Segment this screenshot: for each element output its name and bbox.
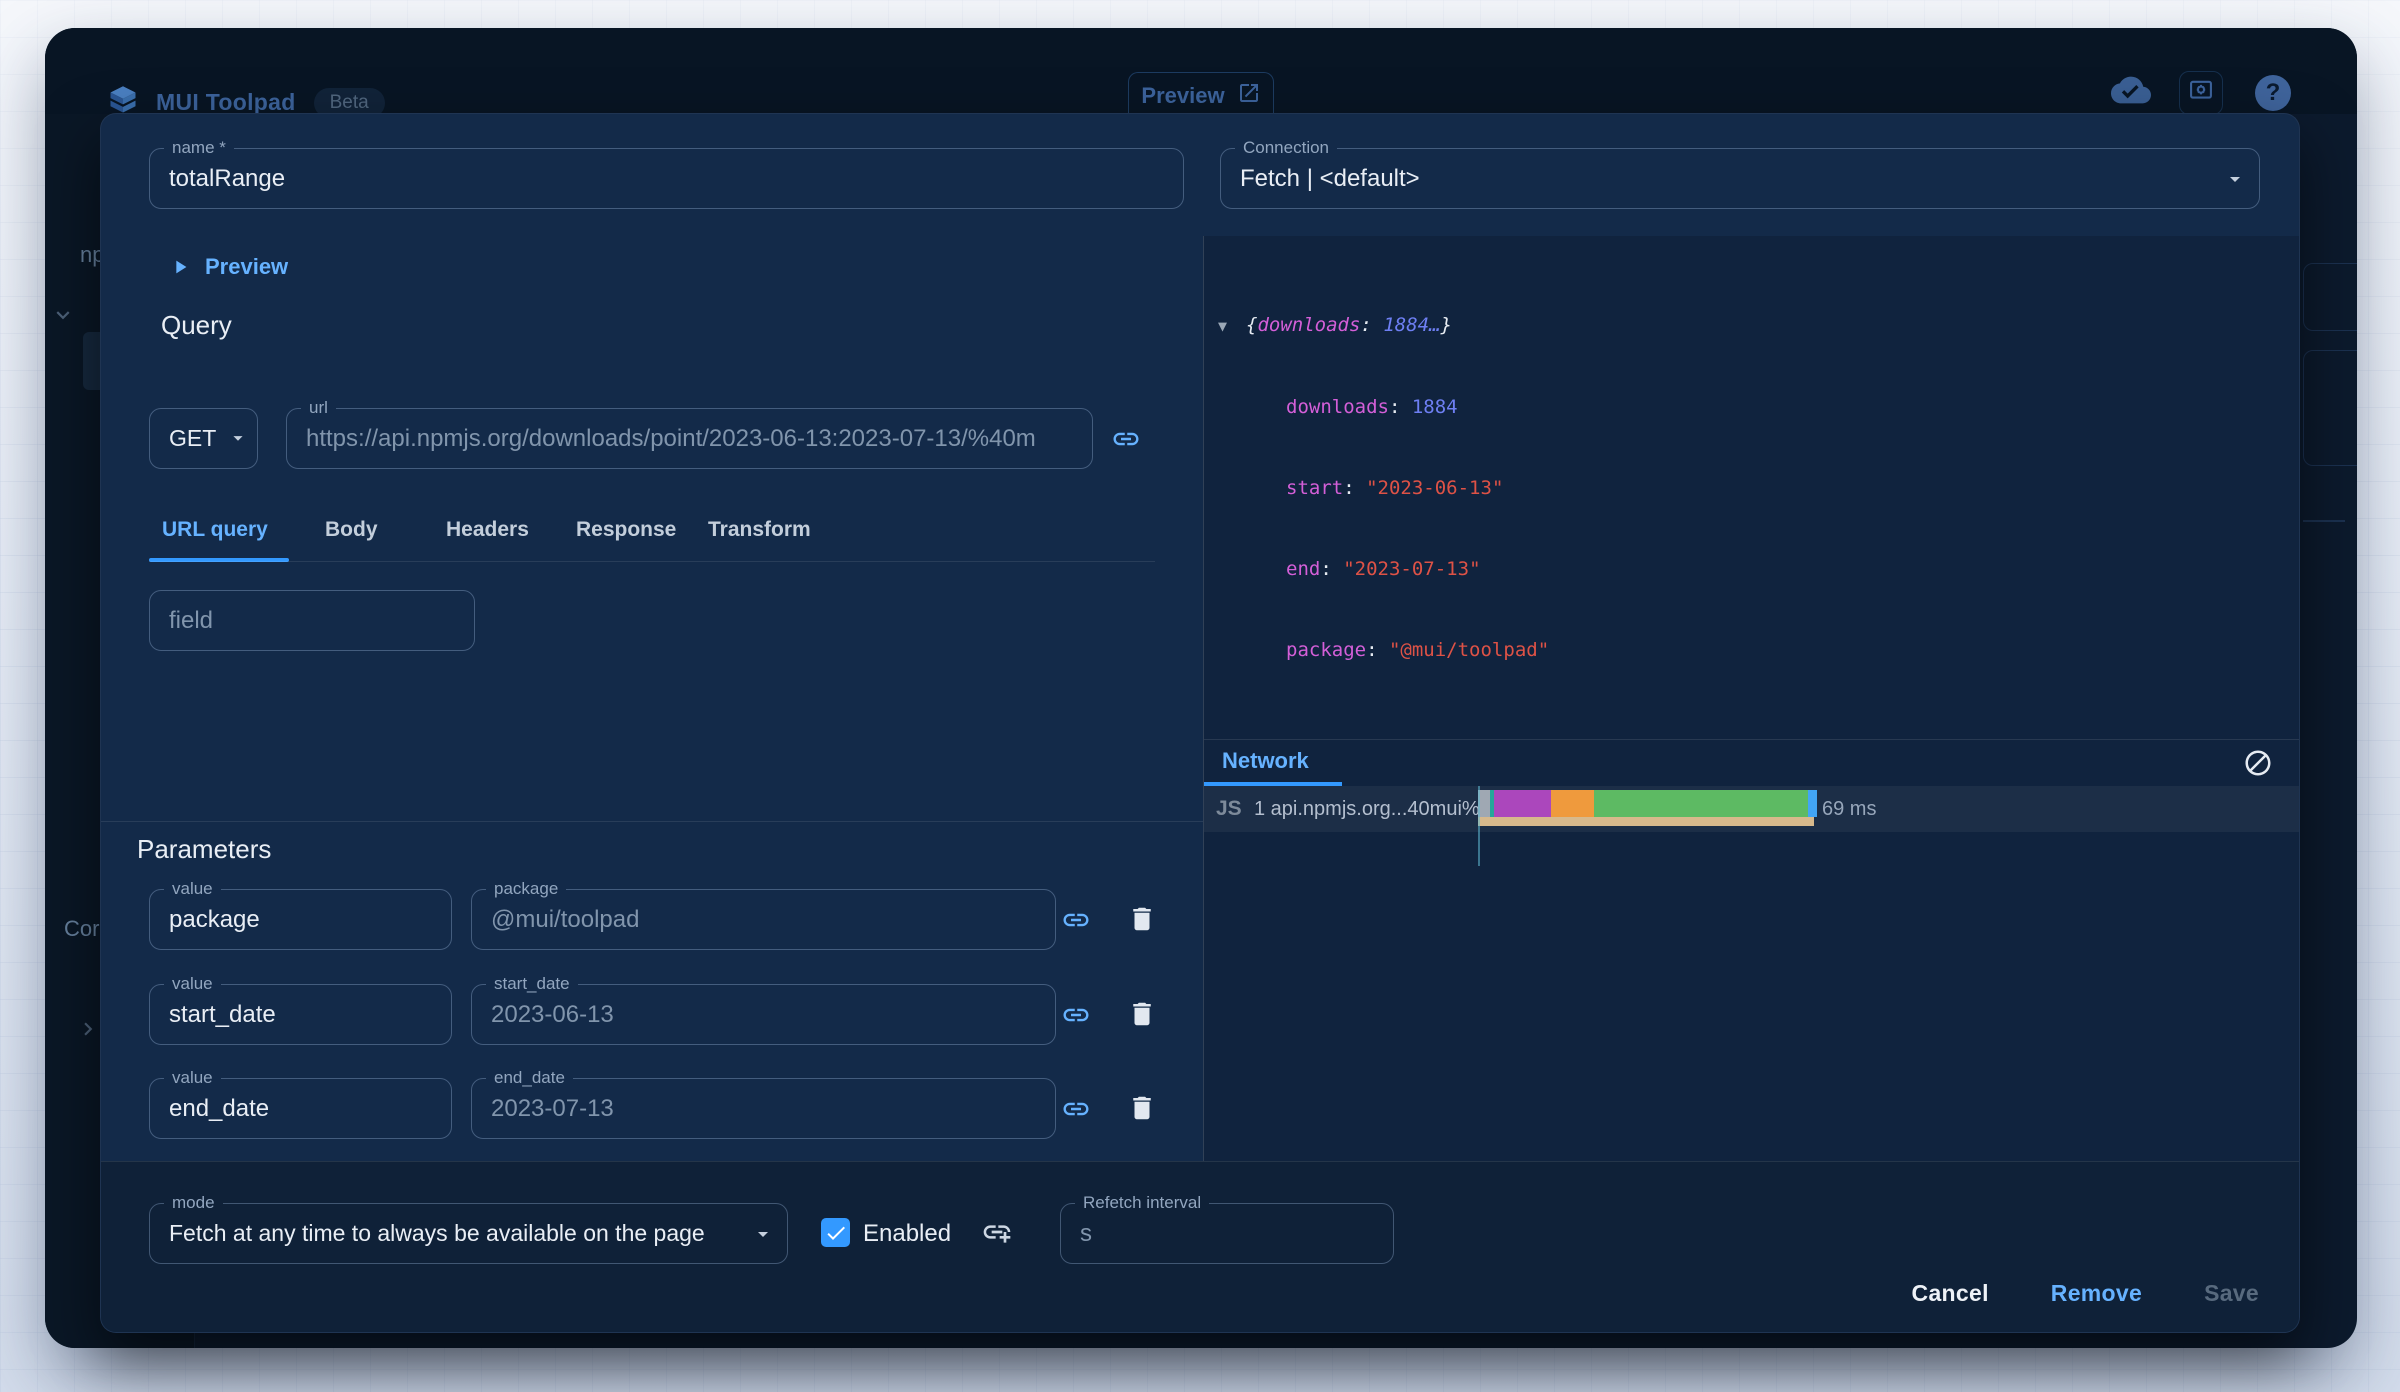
mode-select-value: Fetch at any time to always be available…: [169, 1220, 705, 1246]
bind-param-link-icon[interactable]: [1061, 1000, 1091, 1035]
json-preview: ▼ {downloads: 1884…} downloads: 1884 star…: [1218, 258, 1549, 718]
refetch-interval-value: s: [1080, 1219, 1092, 1247]
remove-button[interactable]: Remove: [2051, 1280, 2142, 1307]
chevron-down-icon: [50, 302, 76, 333]
network-section-divider: [1204, 739, 2299, 740]
param-name-value: start_date: [169, 1000, 276, 1028]
query-editor-dialog: name * totalRange Connection Fetch | <de…: [100, 113, 2300, 1333]
json-prop: downloads: 1884: [1286, 396, 1458, 418]
dialog-footer: mode Fetch at any time to always be avai…: [101, 1161, 2299, 1332]
param-binding-field[interactable]: start_date 2023-06-13: [471, 974, 1056, 1045]
js-badge: JS: [1216, 797, 1242, 820]
tab-response[interactable]: Response: [576, 518, 676, 542]
param-name-field[interactable]: value start_date: [149, 974, 452, 1045]
timeline-marker: [1478, 786, 1480, 866]
cloud-done-icon: [2111, 70, 2151, 115]
bind-param-link-icon[interactable]: [1061, 1094, 1091, 1129]
network-request-row[interactable]: JS 1 api.npmjs.org...40mui%2F 69 ms: [1204, 786, 2299, 832]
cancel-button[interactable]: Cancel: [1912, 1280, 1989, 1307]
app-title: MUI Toolpad: [156, 89, 296, 115]
tab-transform[interactable]: Transform: [708, 518, 811, 542]
parameters-section-title: Parameters: [137, 834, 272, 864]
backdrop-divider: [2303, 520, 2345, 522]
param-name-value: package: [169, 905, 260, 933]
tab-network[interactable]: Network: [1222, 748, 1309, 774]
tab-headers[interactable]: Headers: [446, 518, 529, 542]
check-icon: [824, 1221, 848, 1245]
json-prop: end: "2023-07-13": [1286, 558, 1481, 580]
param-name-value: end_date: [169, 1094, 270, 1122]
preview-expander-label: Preview: [205, 254, 289, 279]
json-summary-line[interactable]: ▼ {downloads: 1884…}: [1218, 312, 1549, 340]
open-in-new-icon: [1237, 81, 1261, 111]
enabled-checkbox-label: Enabled: [863, 1220, 952, 1247]
parameters-divider: [101, 821, 1203, 822]
enabled-checkbox[interactable]: [821, 1218, 850, 1247]
gear-box-icon: [2187, 76, 2215, 109]
tab-body[interactable]: Body: [325, 518, 378, 542]
header-preview-label: Preview: [1141, 82, 1225, 108]
waterfall-secondary-bar: [1478, 817, 1814, 826]
param-binding-value: 2023-07-13: [491, 1094, 614, 1122]
backdrop-panel-outline: [2303, 350, 2357, 466]
connection-select-value: Fetch | <default>: [1240, 164, 1420, 192]
chevron-down-icon: [227, 427, 249, 454]
app-settings-button[interactable]: [2179, 70, 2223, 115]
delete-param-icon[interactable]: [1127, 1093, 1157, 1128]
app-header: MUI Toolpad Beta Preview ?: [45, 28, 2357, 118]
save-button[interactable]: Save: [2204, 1280, 2259, 1307]
bind-param-link-icon[interactable]: [1061, 905, 1091, 940]
preview-expander[interactable]: Preview: [169, 254, 288, 280]
play-arrow-icon: [169, 256, 191, 278]
waterfall-segment: [1494, 790, 1551, 817]
parameter-row: value start_date start_date 2023-06-13: [101, 974, 1203, 1045]
param-binding-field[interactable]: end_date 2023-07-13: [471, 1068, 1056, 1139]
help-icon: ?: [2255, 74, 2291, 111]
result-preview-panel: ▼ {downloads: 1884…} downloads: 1884 star…: [1203, 236, 2299, 1161]
request-duration: 69 ms: [1822, 798, 1877, 820]
param-binding-value: @mui/toolpad: [491, 905, 640, 933]
sidebar-connections-label: Cor: [64, 916, 100, 941]
json-prop: package: "@mui/toolpad": [1286, 639, 1550, 661]
help-button[interactable]: ?: [2251, 71, 2295, 115]
name-field-value: totalRange: [169, 164, 286, 192]
chevron-down-icon: [2223, 167, 2247, 196]
add-binding-link-icon[interactable]: [981, 1216, 1013, 1253]
param-name-field[interactable]: value end_date: [149, 1068, 452, 1139]
query-field-placeholder: field: [169, 606, 214, 634]
url-input-value: https://api.npmjs.org/downloads/point/20…: [306, 424, 1036, 452]
connection-select[interactable]: Connection Fetch | <default>: [1220, 138, 2260, 209]
json-prop: start: "2023-06-13": [1286, 477, 1504, 499]
request-url-label: 1 api.npmjs.org...40mui%2F: [1254, 798, 1504, 820]
http-method-value: GET: [169, 425, 217, 451]
backdrop-panel-outline: [2303, 263, 2357, 331]
delete-param-icon[interactable]: [1127, 904, 1157, 939]
chevron-down-icon: [751, 1222, 775, 1251]
tabs-divider: [149, 561, 1155, 562]
query-section-title: Query: [161, 310, 232, 340]
chevron-right-icon: [75, 1016, 101, 1047]
request-waterfall-bar: [1478, 790, 1817, 817]
query-field-input[interactable]: field: [149, 590, 475, 651]
param-name-field[interactable]: value package: [149, 879, 452, 950]
clear-network-icon[interactable]: [2243, 748, 2273, 783]
param-binding-field[interactable]: package @mui/toolpad: [471, 879, 1056, 950]
bind-url-link-icon[interactable]: [1111, 424, 1141, 459]
header-preview-button[interactable]: Preview: [1128, 72, 1274, 118]
parameter-row: value end_date end_date 2023-07-13: [101, 1068, 1203, 1139]
tab-url-query[interactable]: URL query: [162, 518, 268, 542]
http-method-select[interactable]: GET: [149, 408, 258, 469]
refetch-interval-input[interactable]: Refetch interval s: [1060, 1193, 1394, 1264]
waterfall-segment: [1551, 790, 1594, 817]
url-input[interactable]: url https://api.npmjs.org/downloads/poin…: [286, 398, 1093, 469]
parameter-row: value package package @mui/toolpad: [101, 879, 1203, 950]
waterfall-segment: [1594, 790, 1808, 817]
waterfall-segment: [1808, 790, 1817, 817]
param-binding-value: 2023-06-13: [491, 1000, 614, 1028]
name-field[interactable]: name * totalRange: [149, 138, 1184, 209]
delete-param-icon[interactable]: [1127, 999, 1157, 1034]
mode-select[interactable]: mode Fetch at any time to always be avai…: [149, 1193, 788, 1264]
